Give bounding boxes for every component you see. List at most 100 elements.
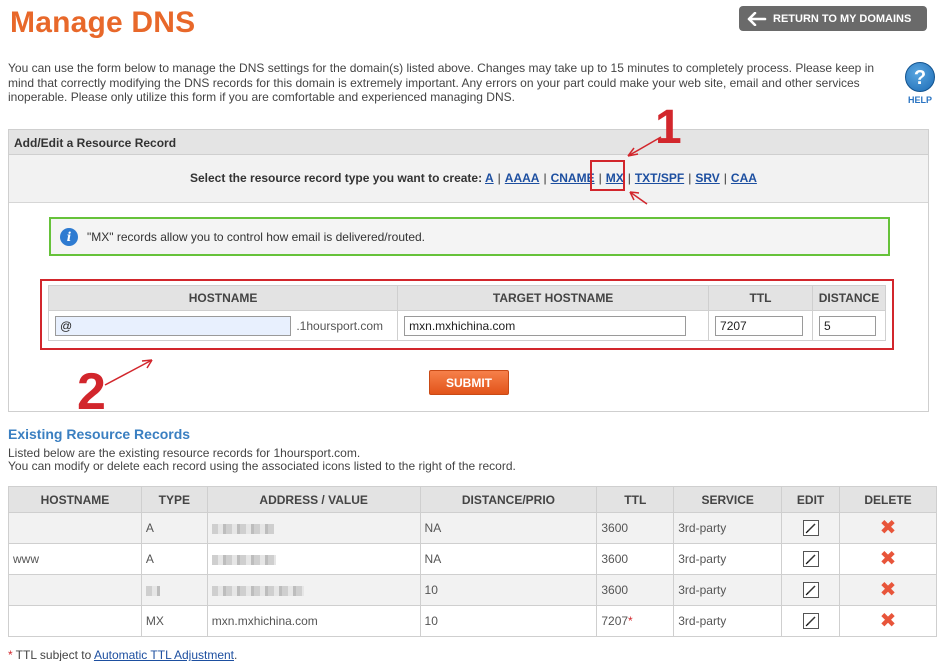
col-address: ADDRESS / VALUE [206,486,421,513]
page-title: Manage DNS [10,6,196,39]
footnote-asterisk: * [8,648,13,661]
record-type-cname[interactable]: CNAME [551,171,595,185]
row-service: 3rd-party [673,543,783,575]
redacted-value [145,585,160,596]
existing-records-description: Listed below are the existing resource r… [8,447,516,473]
form-header-distance: DISTANCE [812,285,886,311]
delete-icon[interactable]: ✖ [880,548,897,570]
form-header-target: TARGET HOSTNAME [397,285,710,311]
row-hostname [8,605,142,637]
footnote-end: . [234,648,238,661]
row-address [206,574,421,606]
return-to-domains-label: RETURN TO MY DOMAINS [773,12,912,25]
add-edit-record-panel: Add/Edit a Resource Record Select the re… [8,129,929,412]
record-type-srv[interactable]: SRV [695,171,719,185]
row-distance: NA [419,512,598,544]
existing-records-table: HOSTNAME TYPE ADDRESS / VALUE DISTANCE/P… [8,486,937,637]
form-header-hostname: HOSTNAME [47,285,399,311]
row-service: 3rd-party [673,512,783,544]
hostname-input[interactable] [55,315,291,336]
annotation-number-2: 2 [77,363,106,421]
intro-text: You can use the form below to manage the… [8,61,875,104]
row-distance: NA [419,543,598,575]
mx-info-text: "MX" records allow you to control how em… [87,229,426,244]
arrow-left-icon [747,11,767,26]
record-form-table: HOSTNAME TARGET HOSTNAME TTL DISTANCE .1… [47,285,886,341]
return-to-domains-button[interactable]: RETURN TO MY DOMAINS [739,6,927,31]
mx-info-box: i "MX" records allow you to control how … [49,217,890,256]
delete-icon[interactable]: ✖ [880,610,897,632]
row-service: 3rd-party [673,605,783,637]
edit-icon[interactable] [802,520,819,536]
hostname-cell: .1hoursport.com [47,310,399,341]
existing-desc-line-2: You can modify or delete each record usi… [8,459,516,473]
row-address [206,543,421,575]
table-row: 10 3600 3rd-party ✖ [8,574,937,606]
row-delete: ✖ [839,605,937,637]
row-address: mxn.mxhichina.com [206,605,421,637]
target-hostname-input[interactable] [404,315,687,336]
row-distance: 10 [419,605,598,637]
col-ttl: TTL [596,486,675,513]
col-service: SERVICE [673,486,783,513]
row-ttl: 3600 [596,543,675,575]
row-delete: ✖ [839,574,937,606]
row-delete: ✖ [839,543,937,575]
row-hostname [8,512,142,544]
info-icon: i [60,227,78,246]
edit-icon[interactable] [802,551,819,567]
help-label: HELP [907,95,932,105]
col-edit: EDIT [781,486,841,513]
col-distance: DISTANCE/PRIO [419,486,598,513]
record-type-a[interactable]: A [485,171,494,185]
target-cell [397,310,710,341]
row-edit [781,512,841,544]
row-distance: 10 [419,574,598,606]
record-type-txt-spf[interactable]: TXT/SPF [635,171,684,185]
record-type-prompt: Select the resource record type you want… [190,171,483,185]
table-row: A NA 3600 3rd-party ✖ [8,512,937,544]
help-icon: ? [905,62,935,92]
col-delete: DELETE [839,486,937,513]
table-row: www A NA 3600 3rd-party ✖ [8,543,937,575]
form-header-ttl: TTL [708,285,813,311]
row-type: A [140,543,208,575]
footnote-text: TTL subject to [15,648,92,661]
distance-cell [812,310,886,341]
distance-input[interactable] [819,315,876,336]
ttl-input[interactable] [715,315,804,336]
record-type-aaaa[interactable]: AAAA [505,171,540,185]
record-type-caa[interactable]: CAA [731,171,757,185]
row-ttl: 7207* [596,605,675,637]
annotation-number-1: 1 [655,101,682,154]
edit-icon[interactable] [802,582,819,598]
submit-button[interactable]: SUBMIT [429,370,509,395]
row-type: A [140,512,208,544]
row-edit [781,574,841,606]
row-edit [781,605,841,637]
row-service: 3rd-party [673,574,783,606]
delete-icon[interactable]: ✖ [880,579,897,601]
edit-icon[interactable] [802,613,819,629]
row-edit [781,543,841,575]
ttl-asterisk: * [628,614,633,628]
redacted-value [211,554,276,565]
panel-title: Add/Edit a Resource Record [9,130,928,155]
row-delete: ✖ [839,512,937,544]
record-type-bar: Select the resource record type you want… [9,155,928,203]
col-type: TYPE [140,486,208,513]
row-ttl: 3600 [596,512,675,544]
delete-icon[interactable]: ✖ [880,517,897,539]
record-form: HOSTNAME TARGET HOSTNAME TTL DISTANCE .1… [40,279,894,350]
row-hostname [8,574,142,606]
col-hostname: HOSTNAME [8,486,142,513]
record-type-mx[interactable]: MX [606,171,624,185]
ttl-footnote: * TTL subject to Automatic TTL Adjustment… [8,648,237,661]
automatic-ttl-link[interactable]: Automatic TTL Adjustment [94,648,234,661]
help-button[interactable]: ? HELP [902,62,938,105]
redacted-value [211,523,274,534]
existing-records-title: Existing Resource Records [8,426,191,442]
domain-suffix: .1hoursport.com [296,318,384,333]
row-ttl: 3600 [596,574,675,606]
ttl-cell [708,310,813,341]
